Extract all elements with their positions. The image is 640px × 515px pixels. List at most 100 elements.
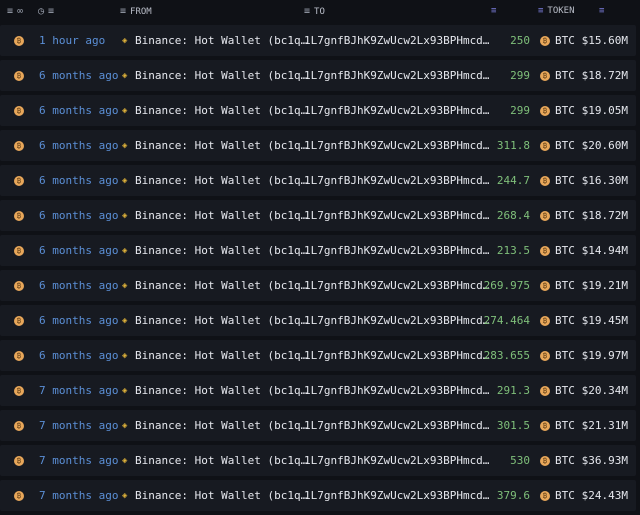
binance-icon: ◈ (122, 175, 128, 186)
table-row[interactable]: ₿ 7 months ago ◈ Binance: Hot Wallet (bc… (0, 375, 636, 406)
to-address[interactable]: 1L7gnfBJhK9ZwUcw2Lx93BPHmcd… (304, 34, 489, 47)
token-symbol: BTC (555, 384, 575, 397)
amount: 244.7 (496, 174, 530, 187)
usd-filter[interactable]: ≡ (599, 6, 604, 16)
btc-icon: ₿ (540, 140, 550, 151)
token[interactable]: ₿ BTC (540, 69, 575, 82)
usd-value: $15.60M (581, 34, 628, 47)
time-link[interactable]: 1 hour ago (39, 34, 105, 47)
token-symbol: BTC (555, 69, 575, 82)
time-link[interactable]: 7 months ago (39, 489, 118, 502)
to-address[interactable]: 1L7gnfBJhK9ZwUcw2Lx93BPHmcd… (304, 349, 489, 362)
token[interactable]: ₿ BTC (540, 489, 575, 502)
token[interactable]: ₿ BTC (540, 104, 575, 117)
from-entity[interactable]: Binance: Hot Wallet (bc1q… (135, 139, 307, 152)
to-address[interactable]: 1L7gnfBJhK9ZwUcw2Lx93BPHmcd… (304, 489, 489, 502)
amount-filter[interactable]: ≡ (491, 6, 496, 16)
filter-icon: ≡ (7, 6, 14, 17)
table-row[interactable]: ₿ 6 months ago ◈ Binance: Hot Wallet (bc… (0, 200, 636, 231)
token[interactable]: ₿ BTC (540, 279, 575, 292)
time-link[interactable]: 6 months ago (39, 279, 118, 292)
time-link[interactable]: 6 months ago (39, 314, 118, 327)
from-entity[interactable]: Binance: Hot Wallet (bc1q… (135, 174, 307, 187)
token-symbol: BTC (555, 349, 575, 362)
token[interactable]: ₿ BTC (540, 314, 575, 327)
filter-link-column[interactable]: ≡ ∞ (7, 6, 23, 17)
amount: 379.6 (496, 489, 530, 502)
filter-icon: ≡ (599, 6, 605, 16)
usd-value: $14.94M (581, 244, 628, 257)
table-row[interactable]: ₿ 7 months ago ◈ Binance: Hot Wallet (bc… (0, 410, 636, 441)
token[interactable]: ₿ BTC (540, 454, 575, 467)
to-address[interactable]: 1L7gnfBJhK9ZwUcw2Lx93BPHmcd… (304, 174, 489, 187)
from-entity[interactable]: Binance: Hot Wallet (bc1q… (135, 419, 307, 432)
to-address[interactable]: 1L7gnfBJhK9ZwUcw2Lx93BPHmcd… (304, 454, 489, 467)
time-link[interactable]: 6 months ago (39, 69, 118, 82)
token[interactable]: ₿ BTC (540, 34, 575, 47)
btc-icon: ₿ (540, 70, 550, 81)
token-symbol: BTC (555, 104, 575, 117)
token[interactable]: ₿ BTC (540, 244, 575, 257)
to-address[interactable]: 1L7gnfBJhK9ZwUcw2Lx93BPHmcd… (304, 384, 489, 397)
to-address[interactable]: 1L7gnfBJhK9ZwUcw2Lx93BPHmcd… (304, 139, 489, 152)
table-row[interactable]: ₿ 6 months ago ◈ Binance: Hot Wallet (bc… (0, 235, 636, 266)
time-link[interactable]: 6 months ago (39, 209, 118, 222)
filter-time-column[interactable]: ◷ ≡ (38, 6, 54, 17)
from-entity[interactable]: Binance: Hot Wallet (bc1q… (135, 314, 307, 327)
token-symbol: BTC (555, 489, 575, 502)
table-row[interactable]: ₿ 6 months ago ◈ Binance: Hot Wallet (bc… (0, 270, 636, 301)
from-entity[interactable]: Binance: Hot Wallet (bc1q… (135, 349, 307, 362)
to-address[interactable]: 1L7gnfBJhK9ZwUcw2Lx93BPHmcd… (304, 209, 489, 222)
table-row[interactable]: ₿ 7 months ago ◈ Binance: Hot Wallet (bc… (0, 445, 636, 476)
time-link[interactable]: 7 months ago (39, 419, 118, 432)
btc-icon: ₿ (540, 350, 550, 361)
table-row[interactable]: ₿ 6 months ago ◈ Binance: Hot Wallet (bc… (0, 95, 636, 126)
table-row[interactable]: ₿ 1 hour ago ◈ Binance: Hot Wallet (bc1q… (0, 25, 636, 56)
usd-value: $24.43M (581, 489, 628, 502)
to-address[interactable]: 1L7gnfBJhK9ZwUcw2Lx93BPHmcd… (304, 69, 489, 82)
from-entity[interactable]: Binance: Hot Wallet (bc1q… (135, 244, 307, 257)
time-link[interactable]: 7 months ago (39, 454, 118, 467)
token-symbol: BTC (555, 279, 575, 292)
token-column-header[interactable]: ≡ TOKEN (538, 6, 575, 16)
to-address[interactable]: 1L7gnfBJhK9ZwUcw2Lx93BPHmcd… (304, 419, 489, 432)
table-row[interactable]: ₿ 6 months ago ◈ Binance: Hot Wallet (bc… (0, 165, 636, 196)
table-row[interactable]: ₿ 6 months ago ◈ Binance: Hot Wallet (bc… (0, 130, 636, 161)
table-row[interactable]: ₿ 6 months ago ◈ Binance: Hot Wallet (bc… (0, 305, 636, 336)
filter-icon: ≡ (304, 6, 311, 17)
token[interactable]: ₿ BTC (540, 139, 575, 152)
token[interactable]: ₿ BTC (540, 419, 575, 432)
token[interactable]: ₿ BTC (540, 174, 575, 187)
from-entity[interactable]: Binance: Hot Wallet (bc1q… (135, 209, 307, 222)
from-entity[interactable]: Binance: Hot Wallet (bc1q… (135, 34, 307, 47)
from-entity[interactable]: Binance: Hot Wallet (bc1q… (135, 279, 307, 292)
time-link[interactable]: 6 months ago (39, 349, 118, 362)
from-entity[interactable]: Binance: Hot Wallet (bc1q… (135, 454, 307, 467)
table-row[interactable]: ₿ 7 months ago ◈ Binance: Hot Wallet (bc… (0, 480, 636, 511)
usd-value: $16.30M (581, 174, 628, 187)
time-link[interactable]: 6 months ago (39, 174, 118, 187)
token[interactable]: ₿ BTC (540, 349, 575, 362)
to-address[interactable]: 1L7gnfBJhK9ZwUcw2Lx93BPHmcd… (304, 104, 489, 117)
time-link[interactable]: 7 months ago (39, 384, 118, 397)
usd-value: $20.34M (581, 384, 628, 397)
time-link[interactable]: 6 months ago (39, 104, 118, 117)
to-address[interactable]: 1L7gnfBJhK9ZwUcw2Lx93BPHmcd… (304, 314, 489, 327)
table-row[interactable]: ₿ 6 months ago ◈ Binance: Hot Wallet (bc… (0, 60, 636, 91)
to-address[interactable]: 1L7gnfBJhK9ZwUcw2Lx93BPHmcd… (304, 244, 489, 257)
time-link[interactable]: 6 months ago (39, 139, 118, 152)
table-row[interactable]: ₿ 6 months ago ◈ Binance: Hot Wallet (bc… (0, 340, 636, 371)
from-entity[interactable]: Binance: Hot Wallet (bc1q… (135, 69, 307, 82)
from-entity[interactable]: Binance: Hot Wallet (bc1q… (135, 104, 307, 117)
to-address[interactable]: 1L7gnfBJhK9ZwUcw2Lx93BPHmcd… (304, 279, 489, 292)
token-symbol: BTC (555, 244, 575, 257)
token[interactable]: ₿ BTC (540, 209, 575, 222)
btc-icon: ₿ (14, 280, 24, 291)
token[interactable]: ₿ BTC (540, 384, 575, 397)
from-entity[interactable]: Binance: Hot Wallet (bc1q… (135, 384, 307, 397)
from-column-header[interactable]: ≡ FROM (120, 6, 152, 17)
time-link[interactable]: 6 months ago (39, 244, 118, 257)
to-column-header[interactable]: ≡ TO (304, 6, 325, 17)
amount: 291.3 (496, 384, 530, 397)
from-entity[interactable]: Binance: Hot Wallet (bc1q… (135, 489, 307, 502)
